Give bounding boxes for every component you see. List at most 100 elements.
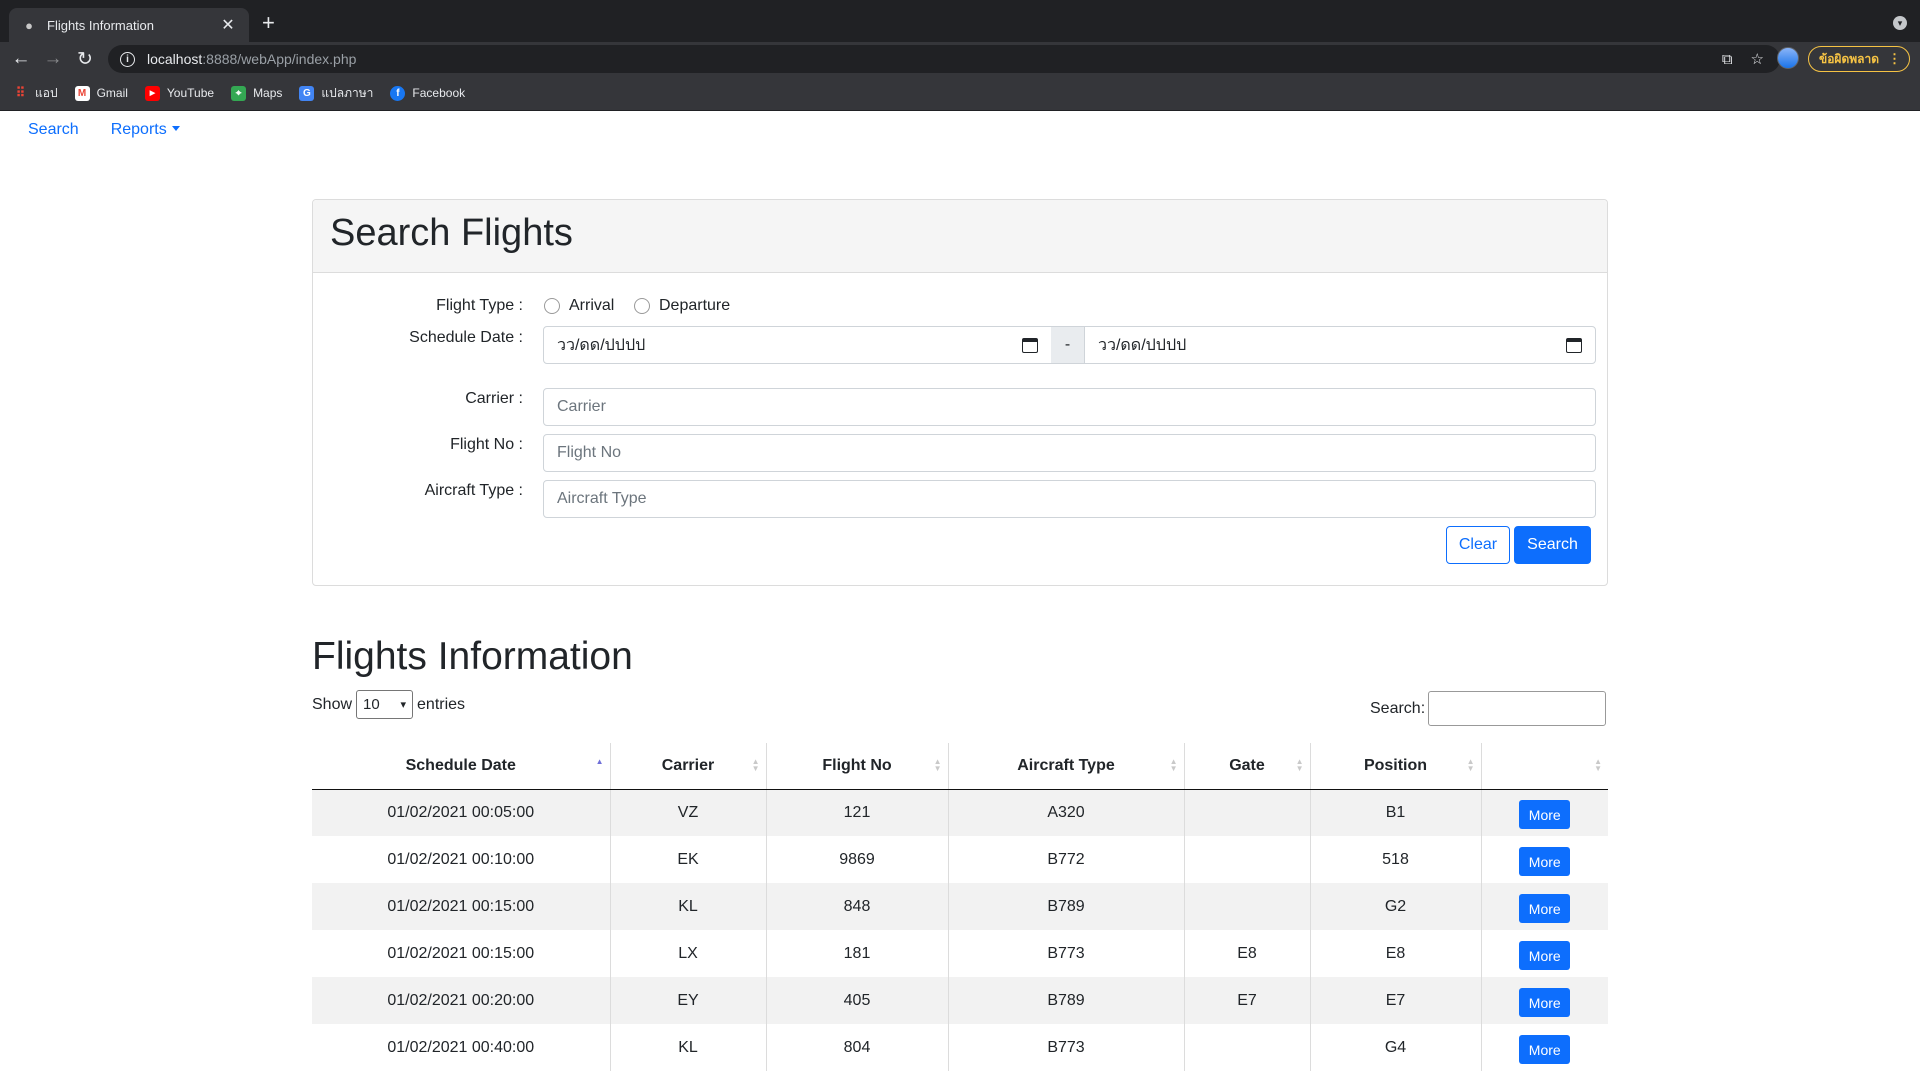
bookmarks-bar: ⠿ แอป M Gmail ▶ YouTube ⌖ Maps G แปลภาษา… <box>0 76 1920 111</box>
top-nav: Search Reports <box>28 121 180 139</box>
column-header-actions[interactable]: ▲ ▼ <box>1481 743 1608 790</box>
browser-tab[interactable]: ● Flights Information ✕ <box>9 8 249 42</box>
cell-schedule-date: 01/02/2021 00:15:00 <box>312 883 611 930</box>
schedule-date-label: Schedule Date : <box>409 329 523 346</box>
aircraft-type-input[interactable]: Aircraft Type <box>543 480 1596 518</box>
cell-carrier: VZ <box>610 789 767 836</box>
more-button[interactable]: More <box>1519 941 1571 970</box>
bookmark-gmail[interactable]: M Gmail <box>74 85 128 101</box>
table-row: 01/02/2021 00:10:00 EK 9869 B772 518 Mor… <box>312 836 1608 883</box>
more-button[interactable]: More <box>1519 894 1571 923</box>
column-header-gate[interactable]: Gate ▲ ▼ <box>1184 743 1311 790</box>
translate-icon: G <box>299 85 315 101</box>
profile-avatar[interactable] <box>1777 47 1799 69</box>
flight-type-label: Flight Type : <box>436 297 523 314</box>
departure-radio[interactable]: Departure <box>634 297 730 315</box>
bookmark-translate[interactable]: G แปลภาษา <box>299 84 373 103</box>
bookmark-label: แอป <box>35 85 58 100</box>
bookmark-label: YouTube <box>166 86 215 100</box>
nav-search-link[interactable]: Search <box>28 121 79 139</box>
cell-flight-no: 9869 <box>766 836 949 883</box>
more-button[interactable]: More <box>1519 847 1571 876</box>
cell-actions: More <box>1481 930 1608 977</box>
column-header-label: Schedule Date <box>405 756 516 774</box>
table-search-input[interactable] <box>1428 691 1607 726</box>
maps-icon: ⌖ <box>231 85 247 101</box>
radio-circle[interactable] <box>544 298 560 314</box>
cell-actions: More <box>1481 883 1608 930</box>
carrier-input[interactable]: Carrier <box>543 388 1596 426</box>
cell-schedule-date: 01/02/2021 00:05:00 <box>312 789 611 836</box>
table-row: 01/02/2021 00:20:00 EY 405 B789 E7 E7 Mo… <box>312 977 1608 1024</box>
cell-flight-no: 804 <box>766 1024 949 1071</box>
bookmark-youtube[interactable]: ▶ YouTube <box>144 85 215 101</box>
bookmark-maps[interactable]: ⌖ Maps <box>231 85 282 101</box>
browser-tab-bar: ● Flights Information ✕ + ▾ <box>0 0 1920 42</box>
cell-aircraft-type: A320 <box>948 789 1185 836</box>
flight-no-input[interactable]: Flight No <box>543 434 1596 472</box>
new-tab-icon[interactable]: + <box>262 12 275 34</box>
bookmark-facebook[interactable]: f Facebook <box>390 85 466 101</box>
forward-arrow-icon[interactable]: → <box>41 48 65 70</box>
error-badge[interactable]: ข้อผิดพลาด ⋮ <box>1808 46 1910 72</box>
cell-carrier: KL <box>610 883 767 930</box>
more-vert-icon[interactable]: ⋮ <box>1888 51 1901 67</box>
close-icon[interactable]: ✕ <box>219 15 237 35</box>
column-header-position[interactable]: Position ▲ ▼ <box>1310 743 1482 790</box>
tab-title: Flights Information <box>47 17 154 33</box>
cell-schedule-date: 01/02/2021 00:40:00 <box>312 1024 611 1071</box>
date-from-input[interactable]: วว/ดด/ปปปป <box>543 326 1052 364</box>
cell-position: B1 <box>1310 789 1482 836</box>
cell-position: G2 <box>1310 883 1482 930</box>
reload-icon[interactable]: ↻ <box>73 48 97 70</box>
cell-carrier: EK <box>610 836 767 883</box>
more-button[interactable]: More <box>1519 988 1571 1017</box>
column-header-label: Aircraft Type <box>1017 756 1115 774</box>
aircraft-type-placeholder: Aircraft Type <box>557 490 647 507</box>
table-search: Search: <box>1370 691 1607 726</box>
calendar-icon[interactable] <box>1022 337 1038 353</box>
search-button[interactable]: Search <box>1514 526 1591 564</box>
column-header-label: Flight No <box>822 756 892 774</box>
tab-search-icon[interactable]: ▾ <box>1893 16 1907 30</box>
column-header-flight-no[interactable]: Flight No ▲ ▼ <box>766 743 949 790</box>
cell-gate <box>1184 883 1311 930</box>
bookmark-apps[interactable]: ⠿ แอป <box>13 84 58 103</box>
bookmark-label: Facebook <box>412 86 466 100</box>
browser-toolbar: ← → ↻ i localhost:8888/webApp/index.php … <box>0 42 1920 76</box>
more-button[interactable]: More <box>1519 800 1571 830</box>
sort-icon: ▲ ▼ <box>1295 757 1304 773</box>
bookmark-star-icon[interactable]: ☆ <box>1751 50 1764 68</box>
table-header-row: Schedule Date ▲ Carrier ▲ ▼ Flight No ▲ ▼ Air… <box>312 743 1608 790</box>
search-flights-title: Search Flights <box>330 212 573 254</box>
column-header-label: Gate <box>1229 756 1265 774</box>
bookmark-label: แปลภาษา <box>321 85 374 100</box>
table-row: 01/02/2021 00:05:00 VZ 121 A320 B1 More <box>312 789 1608 836</box>
translate-page-icon[interactable]: ⧉ <box>1722 51 1733 68</box>
cell-flight-no: 181 <box>766 930 949 977</box>
nav-reports-dropdown[interactable]: Reports <box>111 121 180 139</box>
date-to-input[interactable]: วว/ดด/ปปปป <box>1084 326 1596 364</box>
more-button[interactable]: More <box>1519 1035 1571 1064</box>
column-header-schedule-date[interactable]: Schedule Date ▲ <box>312 743 611 790</box>
address-bar[interactable]: i localhost:8888/webApp/index.php ⧉ ☆ <box>108 45 1780 73</box>
table-row: 01/02/2021 00:15:00 LX 181 B773 E8 E8 Mo… <box>312 930 1608 977</box>
info-icon[interactable]: i <box>120 51 135 67</box>
cell-aircraft-type: B773 <box>948 1024 1185 1071</box>
flight-no-label: Flight No : <box>450 436 523 453</box>
column-header-carrier[interactable]: Carrier ▲ ▼ <box>610 743 767 790</box>
show-entries: Show 10 ▾ entries <box>312 690 465 719</box>
cell-aircraft-type: B789 <box>948 977 1185 1024</box>
page-size-select[interactable]: 10 ▾ <box>356 690 414 719</box>
arrival-radio[interactable]: Arrival <box>544 297 614 315</box>
column-header-label: Position <box>1363 756 1428 774</box>
column-header-aircraft-type[interactable]: Aircraft Type ▲ ▼ <box>948 743 1185 790</box>
cell-carrier: EY <box>610 977 767 1024</box>
cell-carrier: KL <box>610 1024 767 1071</box>
radio-circle[interactable] <box>634 298 650 314</box>
cell-actions: More <box>1481 836 1608 883</box>
search-flights-card: Search Flights Flight Type : Arrival Dep… <box>312 199 1608 586</box>
clear-button[interactable]: Clear <box>1446 526 1510 564</box>
back-arrow-icon[interactable]: ← <box>9 48 33 70</box>
calendar-icon[interactable] <box>1566 337 1582 353</box>
